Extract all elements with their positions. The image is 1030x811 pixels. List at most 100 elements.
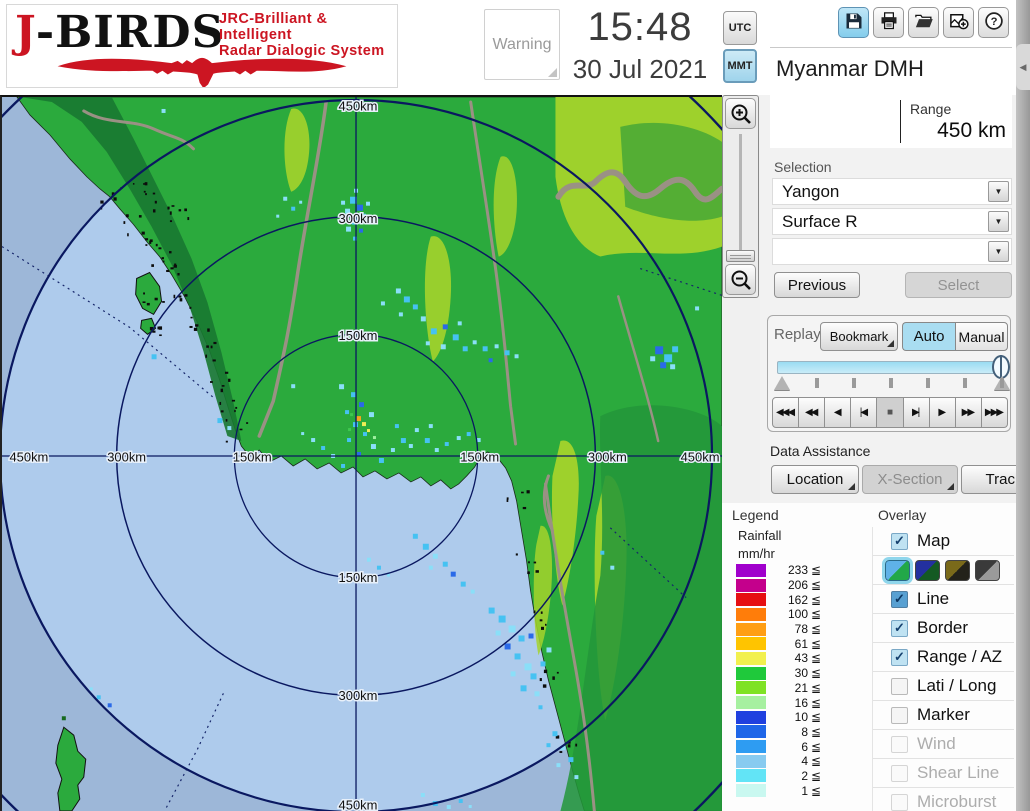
checkbox[interactable]: ✓ [891,533,908,550]
select-button[interactable]: Select [905,272,1012,298]
add-screenshot-button[interactable] [943,7,974,38]
site-dropdown[interactable]: Yangon ▼ [772,178,1012,205]
warning-button[interactable]: Warning [484,9,560,80]
chevron-down-icon[interactable]: ▼ [988,211,1009,232]
playback-button-0[interactable]: ◀◀◀ [772,397,799,428]
map-style-swatch-2[interactable] [945,560,970,581]
legend-color-swatch [736,740,766,753]
checkbox[interactable]: ✓ [891,649,908,666]
playback-button-5[interactable]: ▶| [904,397,930,428]
overlay-item-wind[interactable]: Wind [873,730,1014,759]
legend-row: 43≦ [736,651,866,666]
help-button[interactable]: ? [978,7,1009,38]
playback-button-7[interactable]: ▶▶ [956,397,982,428]
save-button[interactable] [838,7,869,38]
zoom-slider[interactable] [739,134,742,260]
legend-color-swatch [736,652,766,665]
zoom-out-button[interactable] [725,264,756,295]
overlay-item-line[interactable]: ✓Line [873,585,1014,614]
utc-button[interactable]: UTC [723,11,757,45]
legend-color-swatch [736,593,766,606]
open-folder-button[interactable] [908,7,939,38]
legend-value: 4 [766,754,808,768]
overlay-item-lati-long[interactable]: Lati / Long [873,672,1014,701]
overlay-item-microburst[interactable]: Microburst [873,788,1014,811]
map-style-swatch-0[interactable] [885,560,910,581]
eagle-icon [13,51,391,88]
auto-button[interactable]: Auto [902,322,955,351]
previous-button[interactable]: Previous [774,272,860,298]
checkbox[interactable] [891,794,908,811]
location-button[interactable]: Location [771,465,859,494]
overlay-item-map[interactable]: ✓ Map [873,527,1014,556]
chevron-down-icon[interactable]: ▼ [988,181,1009,202]
playback-button-8[interactable]: ▶▶▶ [982,397,1008,428]
legend-color-swatch [736,784,766,797]
right-panel: Range 450 km Selection Yangon ▼ Surface … [760,95,1016,811]
overlay-item-label: Border [917,618,968,638]
map-style-swatch-1[interactable] [915,560,940,581]
range-label: Range [910,101,951,117]
legend-color-swatch [736,711,766,724]
overlay-item-range-az[interactable]: ✓Range / AZ [873,643,1014,672]
range-value: 450 km [937,119,1006,143]
legend-value: 206 [766,578,808,592]
chevron-down-icon[interactable]: ▼ [988,241,1009,262]
zoom-control [722,95,759,298]
map-style-swatch-3[interactable] [975,560,1000,581]
timeline-tick [889,378,893,388]
overlay-item-label: Marker [917,705,970,725]
lte-symbol: ≦ [811,784,821,798]
playback-button-1[interactable]: ◀◀ [799,397,825,428]
overlay-item-border[interactable]: ✓ Border [873,614,1014,643]
manual-button[interactable]: Manual [955,322,1008,351]
mmt-button[interactable]: MMT [723,49,757,83]
playback-button-3[interactable]: |◀ [851,397,877,428]
overlay-item-label: Map [917,531,950,551]
window-edge: ◀ [1016,0,1030,811]
radar-map[interactable]: 450km300km150km150km300km450km450km300km… [0,95,722,811]
rainfall-legend: 233≦206≦162≦100≦78≦61≦43≦30≦21≦16≦10≦8≦6… [736,563,866,798]
time-display: 15:48 [565,2,715,52]
checkbox[interactable]: ✓ [891,591,908,608]
checkbox[interactable] [891,765,908,782]
legend-row: 8≦ [736,725,866,740]
range-display: Range 450 km [770,95,1012,148]
bookmark-button[interactable]: Bookmark [820,322,898,351]
zoom-in-button[interactable] [725,98,756,129]
jbirds-app: J-BIRDS JRC-Brilliant & Intelligent Rada… [0,0,1030,811]
x-section-button[interactable]: X-Section [862,465,958,494]
checkbox[interactable]: ✓ [891,620,908,637]
map-style-row [873,556,1014,585]
product-dropdown[interactable]: Surface R ▼ [772,208,1012,235]
toolbar-divider [770,47,1012,48]
checkbox[interactable] [891,707,908,724]
submenu-triangle-icon [848,483,855,490]
legend-value: 10 [766,710,808,724]
playback-button-4[interactable]: ■ [877,397,903,428]
option-dropdown[interactable]: ▼ [772,238,1012,265]
svg-text:150km: 150km [339,328,378,343]
overlay-item-shear-line[interactable]: Shear Line [873,759,1014,788]
timeline-start-marker[interactable] [774,376,790,390]
print-icon [879,11,899,34]
checkbox[interactable] [891,736,908,753]
replay-timeline-slider[interactable] [777,361,1002,374]
svg-text:300km: 300km [339,688,378,703]
overlay-options: ✓Map✓Line✓Border✓Range / AZLati / LongMa… [872,527,1014,811]
corner-grip-icon [548,68,557,77]
playback-button-2[interactable]: ◀ [825,397,851,428]
legend-color-swatch [736,623,766,636]
legend-row: 100≦ [736,607,866,622]
legend-row: 1≦ [736,783,866,798]
checkbox[interactable] [891,678,908,695]
print-button[interactable] [873,7,904,38]
overlay-item-marker[interactable]: Marker [873,701,1014,730]
legend-color-swatch [736,725,766,738]
product-dropdown-value: Surface R [782,212,858,232]
station-name: Myanmar DMH [776,56,924,82]
zoom-slider-handle[interactable] [726,250,755,262]
panel-collapse-handle[interactable]: ◀ [1016,44,1030,90]
zoom-out-icon [730,269,752,291]
playback-button-6[interactable]: ▶ [930,397,956,428]
